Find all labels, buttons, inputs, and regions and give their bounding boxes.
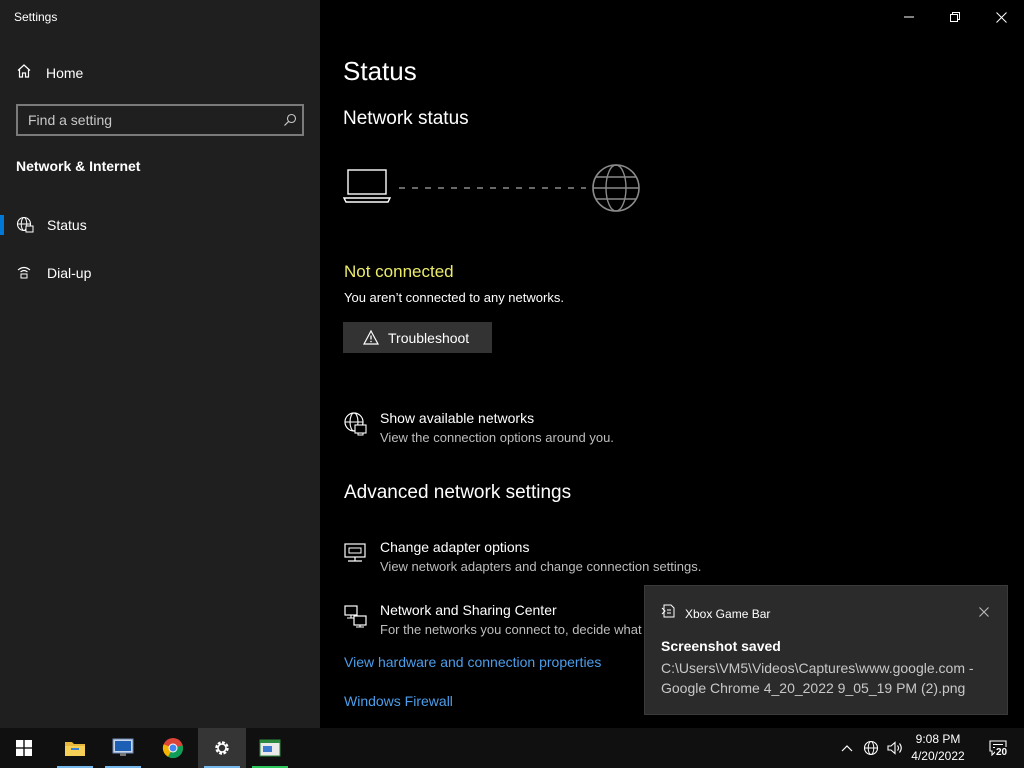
section-title: Network & Internet	[16, 158, 141, 174]
taskbar-remote-desktop[interactable]	[99, 728, 147, 768]
gear-icon	[215, 741, 229, 755]
show-networks-title: Show available networks	[380, 410, 535, 426]
search-icon[interactable]	[278, 106, 302, 134]
restore-icon	[950, 12, 960, 22]
clock-date: 4/20/2022	[911, 749, 965, 763]
chevron-up-icon	[841, 745, 853, 752]
network-diagram	[343, 164, 640, 212]
toast-body: C:\Users\VM5\Videos\Captures\www.google.…	[661, 660, 974, 696]
sharing-center-title: Network and Sharing Center	[380, 602, 557, 618]
troubleshoot-label: Troubleshoot	[388, 329, 470, 346]
toast-notification[interactable]: Xbox Game Bar Screenshot saved C:\Users\…	[644, 585, 1008, 715]
adapter-options-description: View network adapters and change connect…	[380, 559, 702, 574]
change-adapter-options-link[interactable]: Change adapter options View network adap…	[343, 539, 701, 574]
sidebar-item-label: Dial-up	[47, 265, 92, 281]
search-input[interactable]	[18, 112, 278, 128]
show-available-networks-link[interactable]: Show available networks View the connect…	[343, 410, 614, 445]
clock-time: 9:08 PM	[915, 732, 961, 746]
monitor-app-icon	[112, 738, 134, 756]
home-icon	[16, 63, 32, 84]
connection-state: Not connected	[344, 262, 454, 281]
taskbar-clock[interactable]: 9:08 PM 4/20/2022	[906, 731, 970, 765]
minimize-icon	[904, 16, 914, 18]
toast-close-icon[interactable]	[979, 604, 989, 622]
game-bar-icon	[661, 604, 675, 623]
globe-icon	[592, 164, 640, 212]
laptop-icon	[343, 169, 392, 203]
taskbar-settings[interactable]	[198, 728, 246, 768]
network-globe-icon	[343, 411, 369, 437]
taskbar-file-explorer[interactable]	[51, 728, 99, 768]
folder-icon	[65, 742, 85, 756]
minimize-button[interactable]	[886, 4, 932, 30]
action-center-button[interactable]: 20	[980, 728, 1016, 768]
sidebar-item-dial-up[interactable]: Dial-up	[0, 255, 320, 291]
app-title: Settings	[14, 10, 58, 24]
toast-heading: Screenshot saved	[661, 638, 781, 654]
advanced-settings-heading: Advanced network settings	[344, 482, 572, 503]
warning-icon	[363, 330, 379, 345]
globe-network-icon	[16, 216, 34, 239]
show-hidden-icons-button[interactable]	[837, 728, 857, 768]
windows-logo-icon	[16, 740, 32, 756]
adapter-options-title: Change adapter options	[380, 539, 530, 555]
windows-firewall-link[interactable]: Windows Firewall	[344, 693, 453, 709]
taskbar: 9:08 PM 4/20/2022 20	[0, 728, 1024, 768]
sharing-center-icon	[343, 603, 369, 629]
toast-app-name: Xbox Game Bar	[685, 606, 771, 621]
view-hardware-properties-link[interactable]: View hardware and connection properties	[344, 654, 601, 670]
sharing-center-description: For the networks you connect to, decide …	[380, 622, 642, 637]
volume-tray-button[interactable]	[884, 728, 906, 768]
search-box[interactable]	[16, 104, 304, 136]
home-label: Home	[46, 65, 84, 81]
network-sharing-center-link[interactable]: Network and Sharing Center For the netwo…	[343, 602, 642, 637]
app-window-icon	[259, 739, 281, 757]
adapter-icon	[343, 540, 369, 566]
troubleshoot-button[interactable]: Troubleshoot	[343, 322, 492, 353]
show-networks-description: View the connection options around you.	[380, 430, 614, 445]
notification-count-badge: 20	[995, 747, 1009, 758]
dialup-icon	[16, 264, 34, 287]
sidebar-item-label: Status	[47, 217, 87, 233]
taskbar-chrome[interactable]	[149, 728, 197, 768]
toast-app-row: Xbox Game Bar	[661, 604, 770, 623]
network-tray-button[interactable]	[860, 728, 882, 768]
sidebar: Settings Home Network & Internet Status …	[0, 0, 320, 728]
network-status-heading: Network status	[343, 108, 469, 129]
close-icon	[995, 11, 1007, 23]
chrome-icon	[162, 738, 184, 759]
taskbar-app[interactable]	[246, 728, 294, 768]
start-button[interactable]	[0, 728, 48, 768]
page-title: Status	[343, 56, 417, 86]
active-indicator	[0, 215, 4, 235]
home-link[interactable]: Home	[16, 62, 83, 84]
restore-button[interactable]	[932, 4, 978, 30]
speaker-icon	[887, 741, 902, 755]
sidebar-item-status[interactable]: Status	[0, 207, 320, 243]
close-button[interactable]	[978, 4, 1024, 30]
connection-description: You aren’t connected to any networks.	[344, 290, 564, 305]
network-globe-tray-icon	[863, 740, 879, 756]
